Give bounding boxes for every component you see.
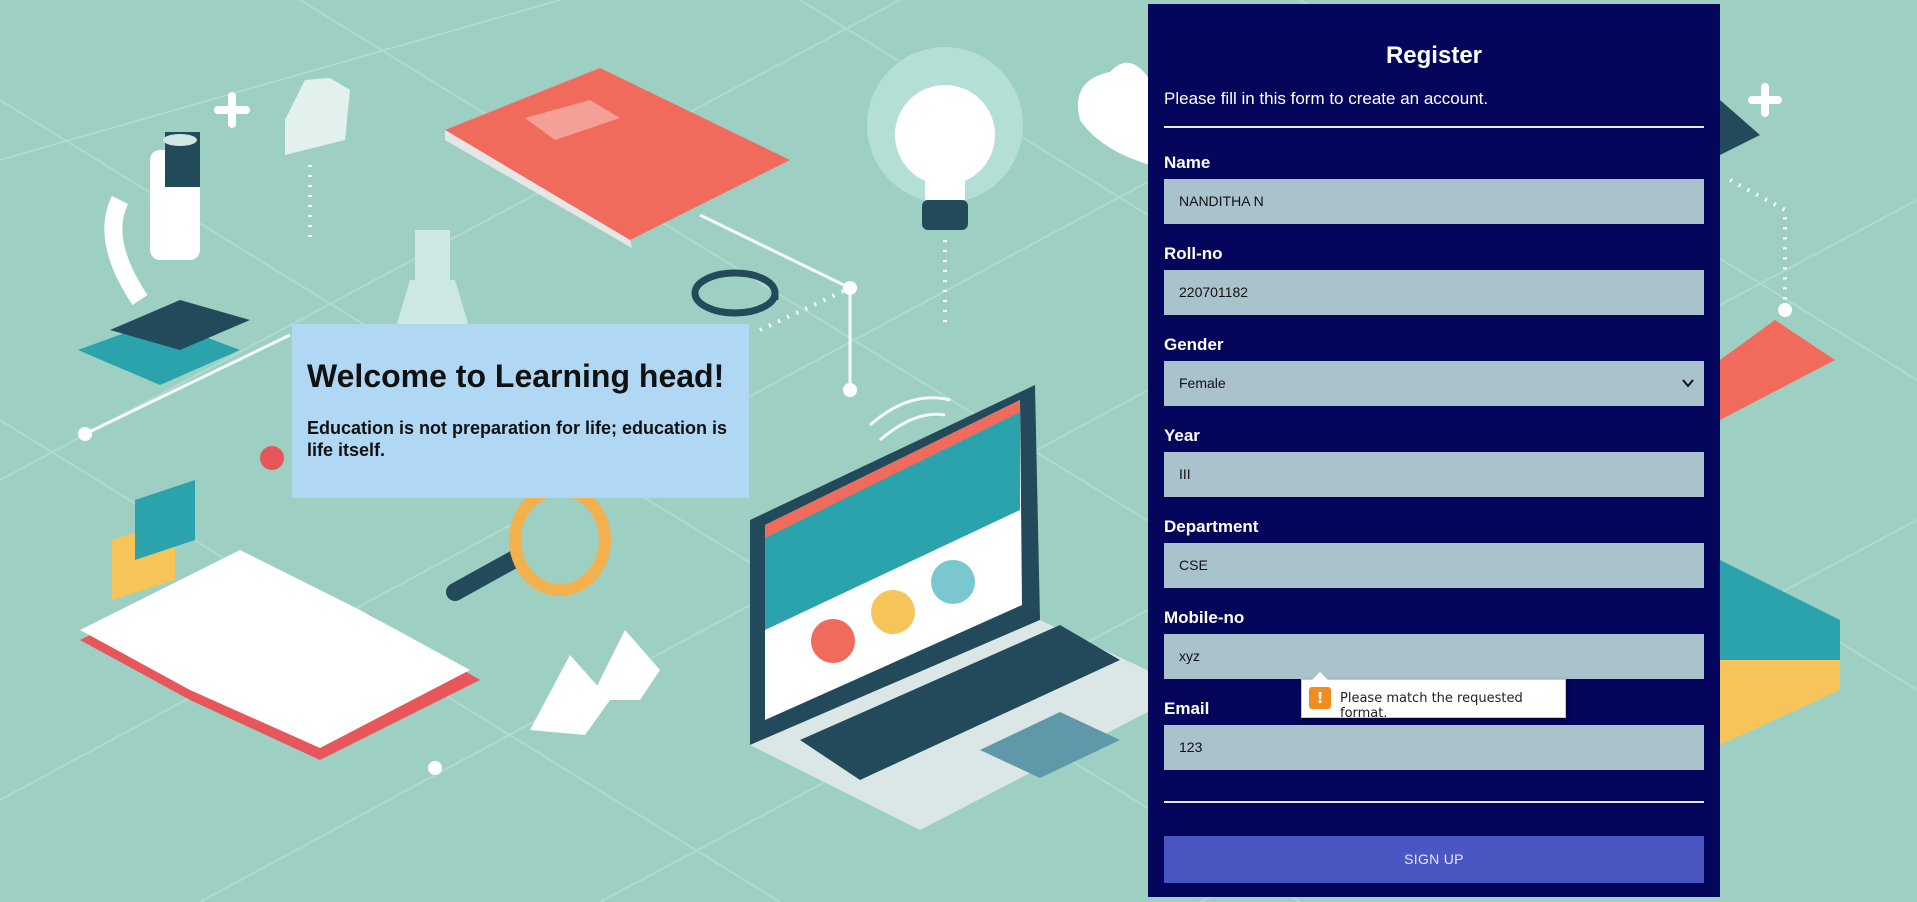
department-input[interactable]: CSE	[1164, 543, 1704, 588]
laptop-icon	[750, 385, 1190, 830]
form-title: Register	[1385, 42, 1483, 69]
mobile-no-field-group: Mobile-no xyz	[1164, 608, 1704, 679]
validation-message: Please match the requested format.	[1340, 691, 1523, 721]
cloud-icon	[1078, 62, 1150, 165]
email-input[interactable]: 123	[1164, 725, 1704, 770]
graduates-icon	[530, 630, 660, 735]
roll-no-label: Roll-no	[1164, 244, 1223, 263]
year-label: Year	[1164, 426, 1200, 445]
name-field-group: Name NANDITHA N	[1164, 153, 1704, 224]
welcome-quote: Education is not preparation for life; e…	[307, 418, 728, 460]
microscope-icon	[78, 132, 250, 385]
mobile-no-input[interactable]: xyz	[1164, 634, 1704, 679]
name-label: Name	[1164, 153, 1211, 172]
warning-icon: !	[1309, 687, 1331, 709]
register-form: Register Please fill in this form to cre…	[1148, 4, 1720, 897]
year-field-group: Year III	[1164, 426, 1704, 497]
gender-field-group: Gender Female	[1164, 335, 1704, 406]
department-field-group: Department CSE	[1164, 517, 1704, 588]
tooltip-arrow	[1312, 672, 1328, 680]
gender-select[interactable]: Female	[1164, 361, 1704, 406]
roll-no-input[interactable]: 220701182	[1164, 270, 1704, 315]
thumbs-up-icon	[285, 78, 350, 155]
chevron-down-icon	[1682, 361, 1694, 424]
lightbulb-icon	[867, 47, 1023, 230]
year-input[interactable]: III	[1164, 452, 1704, 497]
gender-selected-value: Female	[1179, 375, 1226, 391]
form-subtitle: Please fill in this form to create an ac…	[1164, 89, 1489, 108]
welcome-card: Welcome to Learning head! Education is n…	[292, 324, 749, 498]
validation-tooltip: ! Please match the requested format.	[1301, 672, 1566, 721]
magnifier-icon	[446, 484, 611, 601]
name-input[interactable]: NANDITHA N	[1164, 179, 1704, 224]
gender-label: Gender	[1164, 335, 1224, 354]
ruler-icon	[1720, 320, 1835, 420]
sign-up-button[interactable]: SIGN UP	[1164, 836, 1704, 883]
mobile-no-label: Mobile-no	[1164, 608, 1245, 627]
divider-bottom	[1164, 801, 1704, 803]
divider	[1164, 126, 1704, 128]
welcome-title: Welcome to Learning head!	[307, 358, 725, 394]
notebook-icon	[445, 68, 790, 248]
glasses-icon	[691, 269, 779, 317]
roll-no-field-group: Roll-no 220701182	[1164, 244, 1704, 315]
department-label: Department	[1164, 517, 1259, 536]
flask-icon	[395, 230, 470, 330]
